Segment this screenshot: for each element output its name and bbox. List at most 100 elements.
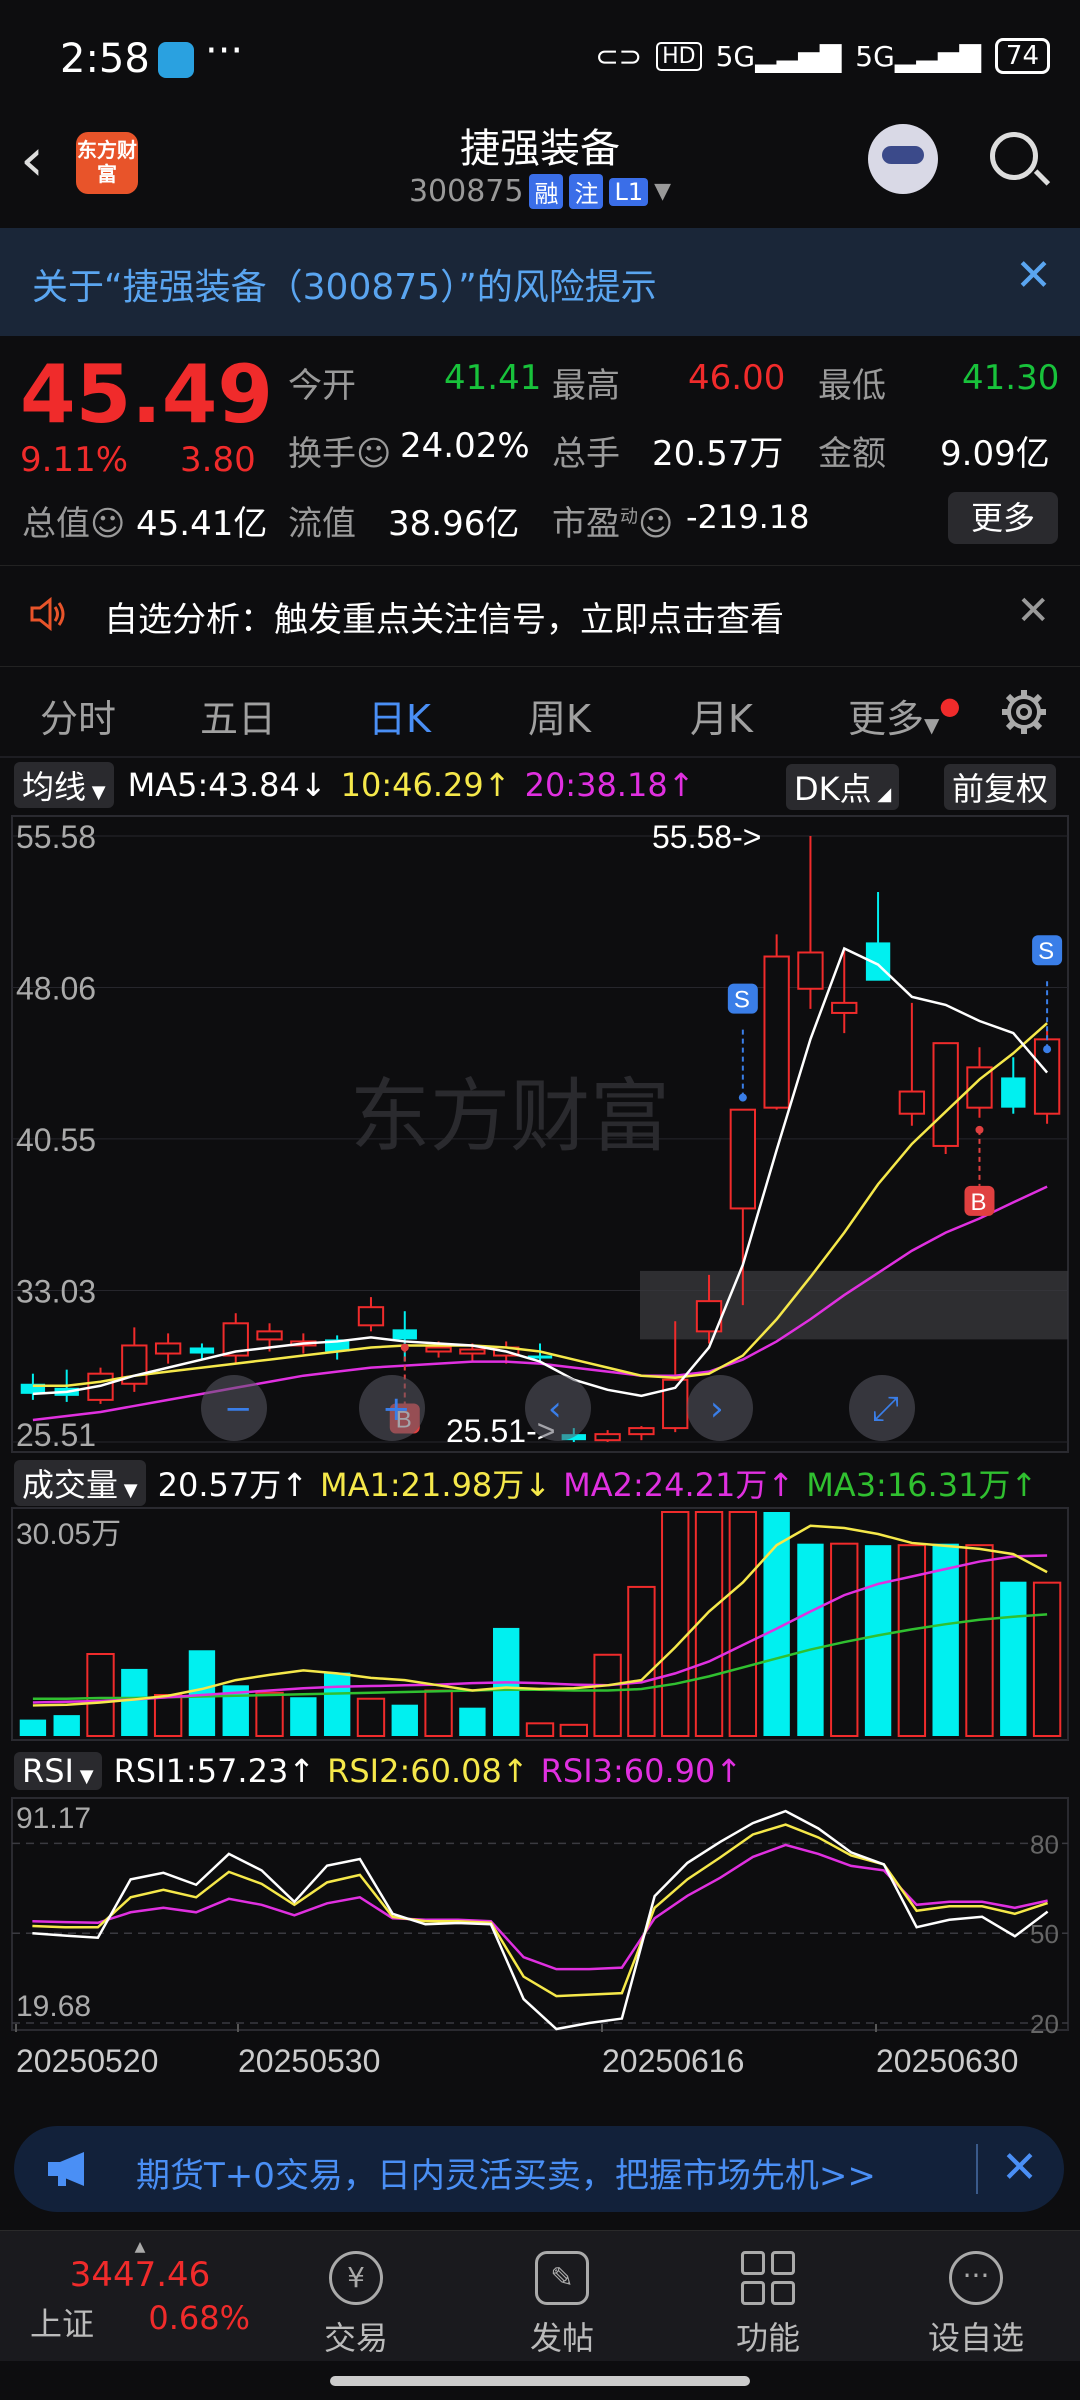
tab-daily-k[interactable]: 日K	[368, 688, 431, 743]
dk-point-button[interactable]: DK点 ◢	[786, 764, 900, 810]
y-tick-label: 30.05万	[16, 1518, 121, 1551]
turnover-value: 24.02%	[400, 426, 530, 466]
amount-label: 金额	[818, 434, 886, 474]
volume-bar	[356, 1697, 386, 1738]
volume-bar	[1032, 1581, 1062, 1737]
volume-bar	[153, 1694, 183, 1737]
rsi-right-tick: 80	[1030, 1829, 1059, 1859]
signal-icon-1: 5G▂▃▅▇	[715, 39, 842, 73]
index-value: 3447.46	[69, 2255, 211, 2295]
buy-signal-dot	[400, 1343, 409, 1352]
buy-signal-dot	[975, 1125, 984, 1134]
period-tabs: 分时 五日 日K 周K 月K 更多▼●	[0, 670, 1080, 760]
open-label: 今开	[288, 366, 356, 406]
candle-body	[628, 1427, 655, 1436]
volume-bar	[53, 1715, 80, 1736]
volume-selector[interactable]: 成交量 ▼	[14, 1460, 146, 1506]
edit-icon: ✎	[535, 2251, 589, 2305]
x-tick-label: 20250616	[602, 2043, 744, 2079]
nav-functions[interactable]: 功能	[698, 2251, 838, 2359]
ma10-value: 10:46.29↑	[340, 766, 511, 804]
volume-bar	[459, 1707, 486, 1736]
tab-intraday[interactable]: 分时	[40, 688, 116, 743]
tab-weekly-k[interactable]: 周K	[528, 688, 591, 743]
rsi-chart[interactable]: 80 50 20 91.17 19.68 20250520 20250530 20250616…	[0, 1796, 1080, 2096]
sell-signal-text: S	[734, 987, 750, 1014]
futures-ad-banner[interactable]: 期货T+0交易，日内灵活买卖，把握市场先机>> ✕	[14, 2126, 1064, 2212]
assistant-robot-icon[interactable]	[868, 124, 938, 194]
adjust-button[interactable]: 前复权	[944, 764, 1057, 810]
grid-icon	[741, 2251, 795, 2305]
megaphone-icon	[48, 2152, 84, 2186]
indicator-selector[interactable]: 均线 ▼	[14, 762, 114, 808]
candle-body	[357, 1306, 385, 1327]
nav-trade[interactable]: ¥ 交易	[286, 2251, 426, 2359]
status-bar: 2:58 ··· ⊂⊃ HD 5G▂▃▅▇ 5G▂▃▅▇ 74	[0, 0, 1080, 120]
y-tick-label: 91.17	[16, 1802, 91, 1835]
candle-body	[256, 1330, 283, 1341]
index-change: 0.68%	[148, 2299, 250, 2337]
risk-banner[interactable]: 关于“捷强装备（300875）”的风险提示 ✕	[0, 228, 1080, 336]
float-label: 流值	[288, 504, 356, 544]
x-tick-label: 20250530	[238, 2043, 380, 2079]
candle-body	[763, 955, 790, 1109]
more-quote-button[interactable]: 更多	[948, 492, 1058, 544]
current-price: 45.49	[20, 348, 274, 441]
sell-signal-text: S	[1038, 938, 1054, 965]
volume-bar	[965, 1544, 994, 1737]
nav-post-label: 发帖	[529, 2319, 594, 2357]
quote-panel: 45.49 9.11% 3.80 今开 41.41 最高 46.00 最低 41…	[0, 340, 1080, 560]
close-icon[interactable]: ✕	[1015, 250, 1052, 301]
volume-bar	[255, 1691, 284, 1738]
tab-more[interactable]: 更多▼●	[848, 688, 960, 743]
close-icon[interactable]: ✕	[1016, 588, 1050, 634]
rsi-selector[interactable]: RSI ▼	[14, 1752, 102, 1790]
settings-gear-icon[interactable]	[998, 686, 1050, 738]
volume-bar	[728, 1511, 758, 1737]
float-value: 38.96亿	[388, 504, 520, 544]
analysis-text[interactable]: 自选分析：触发重点关注信号，立即点击查看	[104, 592, 784, 641]
close-icon[interactable]: ✕	[1001, 2142, 1038, 2193]
candle-body	[797, 951, 824, 990]
high-label: 最高	[552, 366, 620, 406]
scroll-right-icon-glyph: ›	[710, 1389, 724, 1429]
low-label: 最低	[818, 366, 886, 406]
tab-five-day[interactable]: 五日	[200, 688, 276, 743]
volume-chart[interactable]: 30.05万	[0, 1506, 1080, 1742]
volume-bar	[661, 1511, 690, 1737]
ma20-value: 20:38.18↑	[524, 766, 695, 804]
volume-ma3: MA3:16.31万↑	[806, 1466, 1038, 1504]
more-notifications-icon: ···	[205, 28, 244, 74]
divider	[0, 756, 1080, 758]
more-circle-icon: ···	[949, 2251, 1003, 2305]
change-amount: 3.80	[180, 440, 256, 480]
volume-bar	[121, 1668, 148, 1736]
search-icon[interactable]	[990, 132, 1038, 180]
volume-bar	[1000, 1581, 1027, 1736]
margin-tag: 融	[529, 174, 564, 209]
candle-body	[392, 1329, 417, 1340]
minus-icon-glyph: −	[224, 1389, 253, 1429]
risk-banner-text[interactable]: 关于“捷强装备（300875）”的风险提示	[32, 258, 657, 310]
rsi2-value: RSI2:60.08↑	[327, 1752, 529, 1790]
y-tick-label: 19.68	[16, 1990, 91, 2023]
volume-bar	[593, 1653, 622, 1737]
candlestick-chart[interactable]: 55.5848.0640.5533.0325.51东方财富55.58->25.5…	[0, 814, 1080, 1454]
y-tick-label: 40.55	[16, 1122, 96, 1158]
pe-label: 市盈动☺	[552, 504, 674, 544]
ma5-value: MA5:43.84↓	[127, 766, 327, 804]
nav-post[interactable]: ✎ 发帖	[492, 2251, 632, 2359]
candle-body	[189, 1347, 215, 1354]
analysis-banner[interactable]: 自选分析：触发重点关注信号，立即点击查看 ✕	[0, 565, 1080, 667]
fullscreen-icon-glyph: ⤢	[872, 1389, 899, 1429]
up-arrow-icon: ▲	[134, 2239, 146, 2255]
index-ticker[interactable]: ▲ 3447.46 上证 0.68%	[30, 2239, 250, 2345]
tab-monthly-k[interactable]: 月K	[690, 688, 753, 743]
rsi-right-tick: 20	[1030, 2009, 1059, 2039]
battery-icon: 74	[994, 38, 1050, 74]
volume-bar	[86, 1653, 115, 1737]
scroll-left-icon-glyph: ‹	[548, 1389, 562, 1429]
volume-ma3-line	[32, 1613, 1048, 1700]
nav-add-watchlist[interactable]: ··· 设自选	[906, 2251, 1046, 2359]
ad-text[interactable]: 期货T+0交易，日内灵活买卖，把握市场先机>>	[136, 2148, 876, 2197]
